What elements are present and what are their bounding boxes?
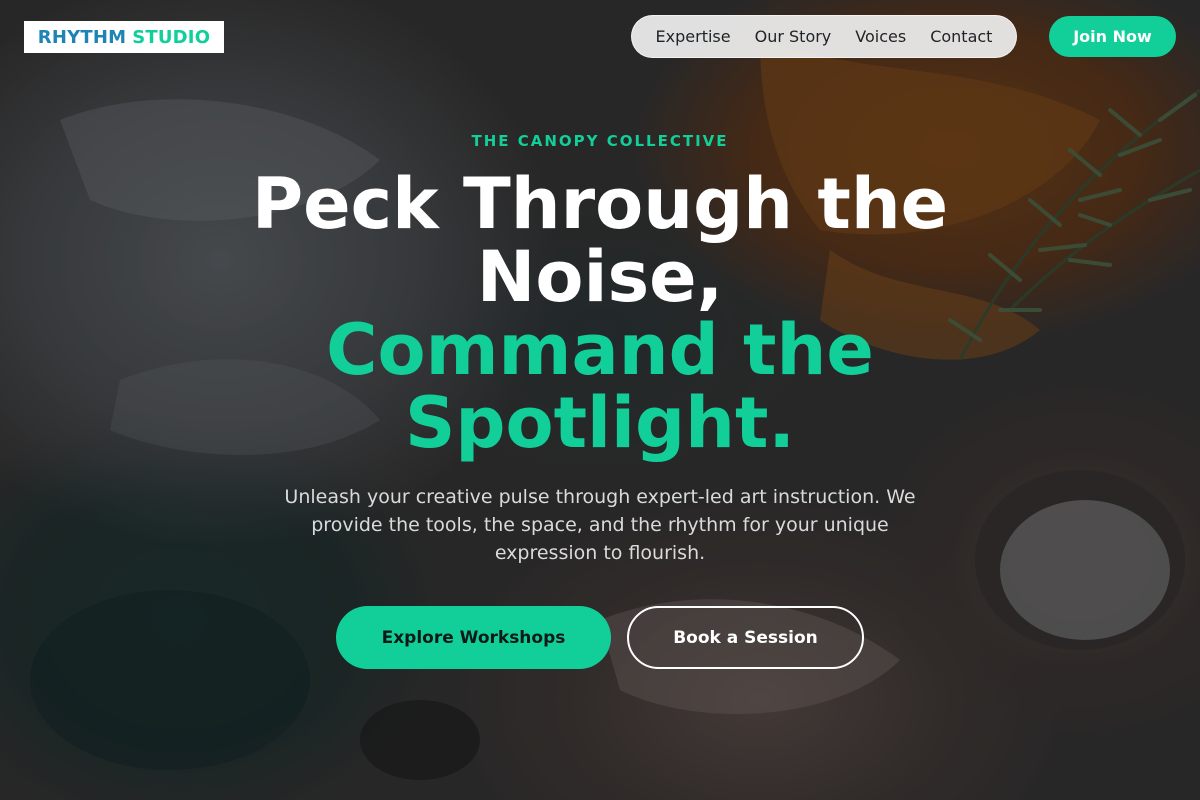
headline-accent-line-1: Command the	[326, 309, 874, 391]
main-navigation: Expertise Our Story Voices Contact	[631, 15, 1017, 58]
nav-link-contact[interactable]: Contact	[918, 27, 1004, 46]
headline-accent-line-2: Spotlight.	[404, 382, 796, 464]
headline-line-1: Peck Through the	[251, 163, 949, 245]
nav-link-expertise[interactable]: Expertise	[644, 27, 743, 46]
headline-line-2: Noise,	[476, 236, 724, 318]
book-session-button[interactable]: Book a Session	[627, 606, 864, 669]
logo-word-studio: STUDIO	[132, 26, 211, 48]
brand-logo[interactable]: RHYTHM STUDIO	[24, 21, 224, 53]
hero-subtitle: Unleash your creative pulse through expe…	[284, 486, 916, 564]
hero-headline: Peck Through the Noise, Command the Spot…	[0, 168, 1200, 460]
nav-link-voices[interactable]: Voices	[843, 27, 918, 46]
hero-eyebrow: THE CANOPY COLLECTIVE	[471, 132, 729, 150]
nav-link-our-story[interactable]: Our Story	[743, 27, 844, 46]
join-now-button[interactable]: Join Now	[1049, 16, 1176, 57]
logo-word-rhythm: RHYTHM	[37, 26, 127, 48]
explore-workshops-button[interactable]: Explore Workshops	[336, 606, 611, 669]
